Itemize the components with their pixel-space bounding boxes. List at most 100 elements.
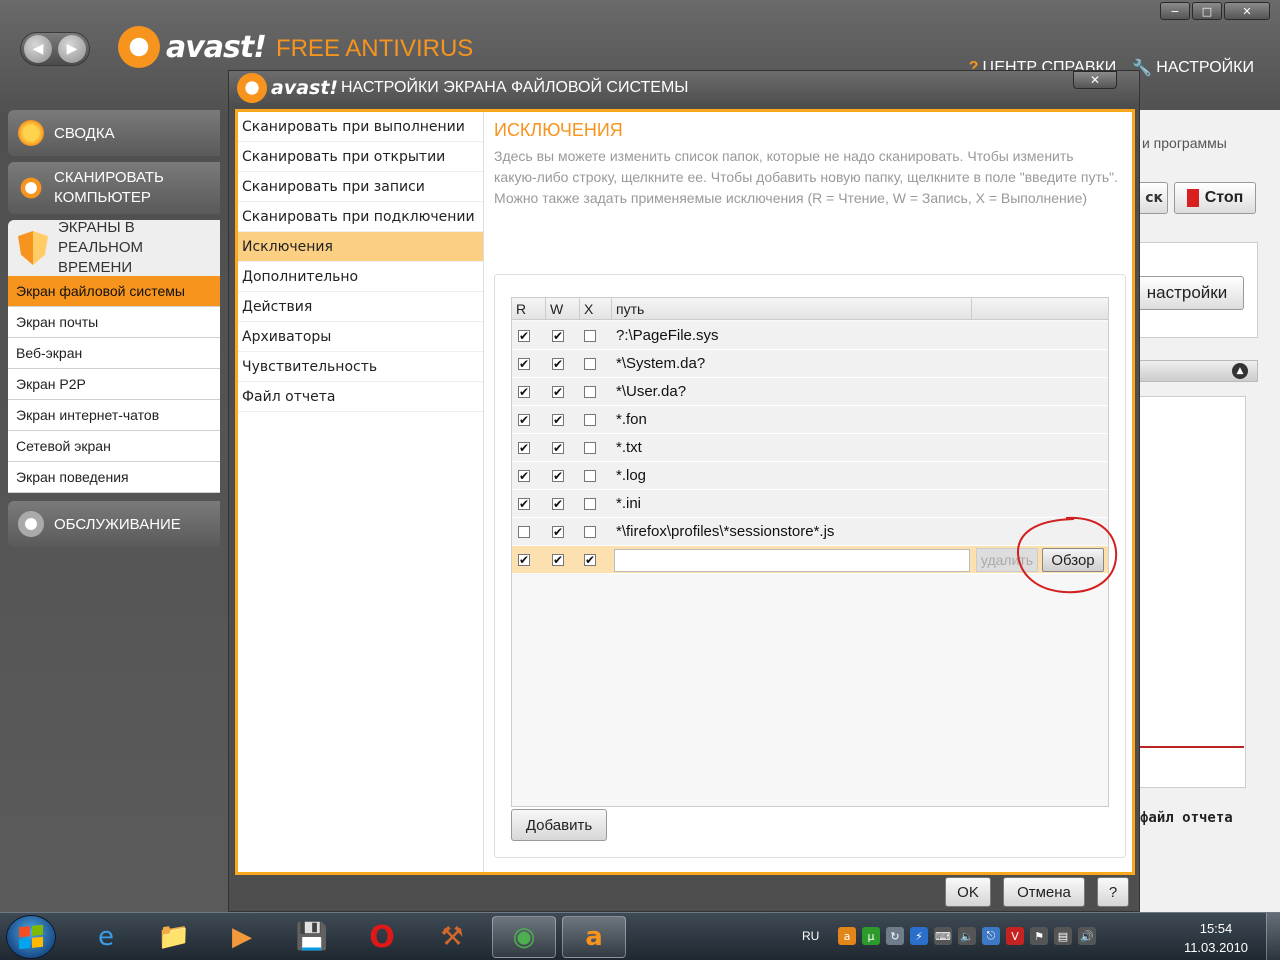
checkbox-w[interactable]: ✔: [552, 526, 564, 538]
add-button[interactable]: Добавить: [511, 809, 607, 841]
column-x[interactable]: X: [580, 298, 612, 320]
checkbox-r[interactable]: ✔: [518, 386, 530, 398]
sidebar-item-mail-shield[interactable]: Экран почты: [8, 307, 220, 338]
nav-actions[interactable]: Действия: [238, 292, 483, 322]
avast-taskbar-icon[interactable]: a: [562, 916, 626, 958]
column-path[interactable]: путь: [612, 298, 972, 320]
table-row[interactable]: ✔ ✔ *.fon: [512, 406, 1108, 434]
sidebar-item-maintenance[interactable]: ОБСЛУЖИВАНИЕ: [8, 501, 220, 547]
sidebar-item-realtime-shields[interactable]: ЭКРАНЫ В РЕАЛЬНОМ ВРЕМЕНИ: [8, 219, 220, 276]
sidebar-item-scan[interactable]: СКАНИРОВАТЬ КОМПЬЮТЕР: [8, 162, 220, 214]
checkbox-x[interactable]: [584, 386, 596, 398]
background-settings-button[interactable]: настройки: [1130, 276, 1244, 310]
checkbox-r[interactable]: [518, 526, 530, 538]
internet-explorer-icon[interactable]: e: [74, 916, 138, 958]
system-clock[interactable]: 15:54 11.03.2010: [1176, 919, 1256, 957]
path-cell: *\User.da?: [616, 383, 687, 400]
background-report-label[interactable]: файл отчета: [1140, 810, 1233, 826]
media-player-icon[interactable]: ▶: [210, 916, 274, 958]
flag-tray-icon[interactable]: ⚑: [1030, 927, 1048, 945]
checkbox-x[interactable]: [584, 470, 596, 482]
checkbox-w[interactable]: ✔: [552, 498, 564, 510]
checkbox-x[interactable]: [584, 526, 596, 538]
checkbox-r[interactable]: ✔: [518, 498, 530, 510]
sync-tray-icon[interactable]: ↻: [886, 927, 904, 945]
checkbox-w[interactable]: ✔: [552, 330, 564, 342]
sidebar-item-web-shield[interactable]: Веб-экран: [8, 338, 220, 369]
speaker-tray-icon[interactable]: 🔈: [958, 927, 976, 945]
checkbox-x[interactable]: [584, 442, 596, 454]
sidebar-item-summary[interactable]: СВОДКА: [8, 110, 220, 156]
usb-tray-icon[interactable]: ⎋: [982, 927, 1000, 945]
checkbox-w[interactable]: ✔: [552, 414, 564, 426]
checkbox-r[interactable]: ✔: [518, 442, 530, 454]
archive-tool-icon[interactable]: ⚒: [420, 916, 484, 958]
nav-scan-on-write[interactable]: Сканировать при записи: [238, 172, 483, 202]
nav-sensitivity[interactable]: Чувствительность: [238, 352, 483, 382]
nav-exclusions[interactable]: Исключения: [238, 232, 483, 262]
language-indicator[interactable]: RU: [802, 929, 819, 943]
show-desktop-button[interactable]: [1266, 913, 1280, 960]
sidebar-item-network-shield[interactable]: Сетевой экран: [8, 431, 220, 462]
table-row[interactable]: ✔ ✔ *.log: [512, 462, 1108, 490]
nav-advanced[interactable]: Дополнительно: [238, 262, 483, 292]
collapse-up-icon[interactable]: ▲: [1232, 363, 1248, 379]
minimize-button[interactable]: −: [1160, 2, 1190, 20]
chrome-icon[interactable]: ◉: [492, 916, 556, 958]
back-arrow-icon[interactable]: ◀: [24, 35, 52, 63]
close-window-button[interactable]: ✕: [1224, 2, 1270, 20]
checkbox-r[interactable]: ✔: [518, 414, 530, 426]
checkbox-x[interactable]: ✔: [584, 554, 596, 566]
keyboard-tray-icon[interactable]: ⌨: [934, 927, 952, 945]
start-button[interactable]: [6, 915, 56, 959]
sidebar-item-behavior-shield[interactable]: Экран поведения: [8, 462, 220, 493]
cancel-button[interactable]: Отмена: [1003, 877, 1085, 907]
checkbox-x[interactable]: [584, 330, 596, 342]
folder-icon[interactable]: 📁: [142, 916, 206, 958]
table-row[interactable]: ✔ ✔ *\System.da?: [512, 350, 1108, 378]
checkbox-r[interactable]: ✔: [518, 554, 530, 566]
checkbox-w[interactable]: ✔: [552, 470, 564, 482]
sidebar-item-p2p-shield[interactable]: Экран P2P: [8, 369, 220, 400]
path-input[interactable]: [614, 549, 970, 572]
checkbox-x[interactable]: [584, 414, 596, 426]
checkbox-w[interactable]: ✔: [552, 386, 564, 398]
utorrent-tray-icon[interactable]: µ: [862, 927, 880, 945]
opera-icon[interactable]: O: [350, 916, 414, 958]
checkbox-r[interactable]: ✔: [518, 470, 530, 482]
dialog-close-button[interactable]: ✕: [1073, 71, 1117, 89]
checkbox-x[interactable]: [584, 358, 596, 370]
table-row[interactable]: ✔ ✔ *\User.da?: [512, 378, 1108, 406]
checkbox-w[interactable]: ✔: [552, 554, 564, 566]
stop-button[interactable]: Стоп: [1174, 182, 1256, 214]
checkbox-w[interactable]: ✔: [552, 358, 564, 370]
nav-scan-on-execute[interactable]: Сканировать при выполнении: [238, 112, 483, 142]
path-cell: *.ini: [616, 495, 642, 512]
nav-scan-on-attach[interactable]: Сканировать при подключении: [238, 202, 483, 232]
daemon-tray-icon[interactable]: ⚡: [910, 927, 928, 945]
nav-report-file[interactable]: Файл отчета: [238, 382, 483, 412]
checkbox-x[interactable]: [584, 498, 596, 510]
checkbox-r[interactable]: ✔: [518, 358, 530, 370]
settings-link[interactable]: 🔧 НАСТРОЙКИ: [1132, 58, 1254, 78]
nav-scan-on-open[interactable]: Сканировать при открытии: [238, 142, 483, 172]
checkbox-w[interactable]: ✔: [552, 442, 564, 454]
sidebar-item-file-system-shield[interactable]: Экран файловой системы: [8, 276, 220, 307]
maximize-button[interactable]: □: [1192, 2, 1222, 20]
table-row[interactable]: ✔ ✔ ?:\PageFile.sys: [512, 322, 1108, 350]
v-tray-icon[interactable]: V: [1006, 927, 1024, 945]
ok-button[interactable]: OK: [945, 877, 991, 907]
avast-tray-icon[interactable]: a: [838, 927, 856, 945]
table-row[interactable]: ✔ ✔ *.txt: [512, 434, 1108, 462]
column-w[interactable]: W: [546, 298, 580, 320]
volume-tray-icon[interactable]: 🔊: [1078, 927, 1096, 945]
forward-arrow-icon[interactable]: ▶: [58, 35, 86, 63]
checkbox-r[interactable]: ✔: [518, 330, 530, 342]
nav-packers[interactable]: Архиваторы: [238, 322, 483, 352]
path-cell: ?:\PageFile.sys: [616, 327, 719, 344]
network-tray-icon[interactable]: ▤: [1054, 927, 1072, 945]
column-r[interactable]: R: [512, 298, 546, 320]
help-button[interactable]: ?: [1097, 877, 1129, 907]
sidebar-item-im-shield[interactable]: Экран интернет-чатов: [8, 400, 220, 431]
floppy-disk-icon[interactable]: 💾: [280, 916, 344, 958]
